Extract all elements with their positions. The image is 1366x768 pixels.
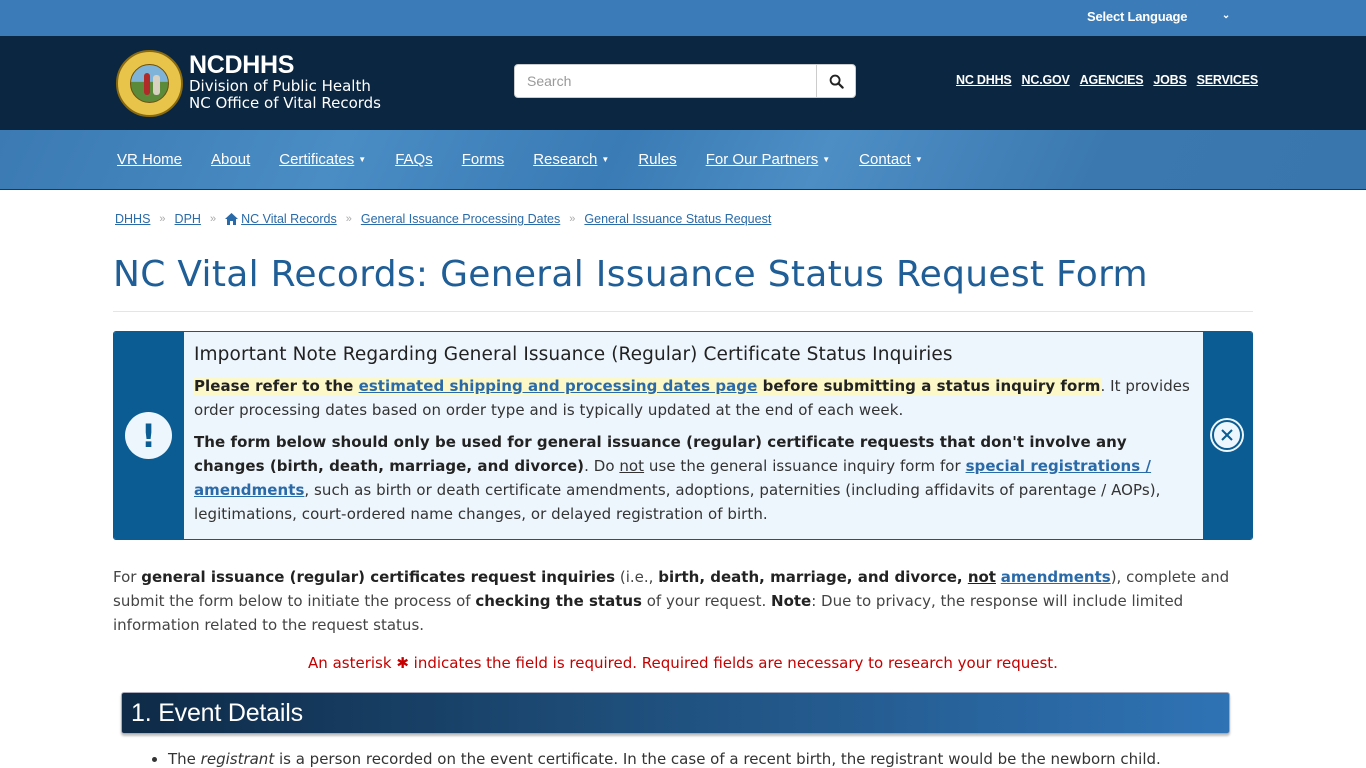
alert-right-accent bbox=[1203, 332, 1252, 539]
alert-p1-lead: Please refer to the bbox=[194, 377, 359, 395]
alert-p2-text: . Do bbox=[584, 457, 620, 475]
breadcrumb-dhhs[interactable]: DHHS bbox=[115, 212, 150, 226]
breadcrumb-separator: » bbox=[159, 213, 166, 225]
nav-item-label: FAQs bbox=[395, 151, 433, 168]
nav-item-about[interactable]: About bbox=[211, 151, 250, 168]
nav-item-contact[interactable]: Contact ▼ bbox=[859, 151, 923, 168]
bullet-text: is a person recorded on the event certif… bbox=[274, 750, 1161, 768]
intro-note-label: Note bbox=[771, 592, 812, 610]
brand[interactable]: NCDHHS Division of Public Health NC Offi… bbox=[189, 52, 381, 112]
nav-item-forms[interactable]: Forms bbox=[462, 151, 505, 168]
language-bar: Select Language ⌄ bbox=[0, 0, 1366, 36]
close-alert-button[interactable] bbox=[1212, 420, 1242, 450]
intro-paragraph: For general issuance (regular) certifica… bbox=[113, 565, 1253, 637]
breadcrumb: DHHS » DPH » NC Vital Records » General … bbox=[115, 212, 771, 226]
section-event-details-header: 1. Event Details bbox=[121, 692, 1230, 734]
nav-item-label: Rules bbox=[638, 151, 677, 168]
nav-item-research[interactable]: Research ▼ bbox=[533, 151, 609, 168]
alert-left-accent: ! bbox=[114, 332, 184, 539]
required-note-text: indicates the field is required. Require… bbox=[408, 654, 1058, 672]
breadcrumb-dph[interactable]: DPH bbox=[175, 212, 201, 226]
breadcrumb-separator: » bbox=[345, 213, 352, 225]
bullet-text: The bbox=[168, 750, 201, 768]
util-link-jobs[interactable]: JOBS bbox=[1153, 73, 1186, 87]
language-select-label: Select Language bbox=[1087, 9, 1188, 24]
alert-paragraph-2: The form below should only be used for g… bbox=[194, 430, 1199, 526]
required-fields-note: An asterisk ✱ indicates the field is req… bbox=[0, 654, 1366, 672]
brand-division: Division of Public Health bbox=[189, 77, 371, 95]
amendments-link[interactable]: amendments bbox=[1001, 568, 1111, 586]
nav-item-rules[interactable]: Rules bbox=[638, 151, 676, 168]
nav-item-label: VR Home bbox=[117, 151, 183, 168]
chevron-down-icon: ⌄ bbox=[1221, 10, 1230, 21]
caret-down-icon: ▼ bbox=[822, 155, 831, 164]
nc-state-seal-logo[interactable] bbox=[116, 50, 183, 117]
required-asterisk-icon: ✱ bbox=[396, 654, 409, 672]
brand-office: NC Office of Vital Records bbox=[189, 94, 381, 112]
language-select[interactable]: Select Language ⌄ bbox=[1087, 9, 1232, 24]
nav-item-label: For Our Partners bbox=[705, 151, 819, 168]
nav-item-for-our-partners[interactable]: For Our Partners ▼ bbox=[706, 151, 830, 168]
breadcrumb-processing-dates[interactable]: General Issuance Processing Dates bbox=[361, 212, 560, 226]
nav-item-faqs[interactable]: FAQs bbox=[395, 151, 433, 168]
util-link-nc-dhhs[interactable]: NC DHHS bbox=[956, 73, 1012, 87]
intro-emphasis: checking the status bbox=[475, 592, 642, 610]
brand-title: NCDHHS bbox=[189, 51, 295, 79]
alert-p2-text: use the general issuance inquiry form fo… bbox=[644, 457, 966, 475]
main-nav: VR Home About Certificates ▼ FAQs Forms R… bbox=[0, 130, 1366, 190]
nav-item-label: Certificates bbox=[279, 151, 355, 168]
util-link-nc-gov[interactable]: NC.GOV bbox=[1022, 73, 1070, 87]
nav-item-label: About bbox=[211, 151, 251, 168]
title-divider bbox=[113, 311, 1253, 312]
alert-title: Important Note Regarding General Issuanc… bbox=[194, 344, 953, 365]
alert-p1-emphasis: before submitting a status inquiry form bbox=[757, 377, 1101, 395]
util-link-services[interactable]: SERVICES bbox=[1197, 73, 1259, 87]
caret-down-icon: ▼ bbox=[601, 155, 610, 164]
nav-item-vr-home[interactable]: VR Home bbox=[117, 151, 182, 168]
nav-item-label: Contact bbox=[859, 151, 911, 168]
intro-text: (i.e., bbox=[615, 568, 659, 586]
utility-links: NC DHHS NC.GOV AGENCIES JOBS SERVICES bbox=[956, 73, 1258, 87]
home-icon bbox=[225, 213, 239, 225]
site-header: NCDHHS Division of Public Health NC Offi… bbox=[0, 36, 1366, 130]
close-icon bbox=[1221, 429, 1233, 441]
bullet-emphasis: registrant bbox=[200, 750, 275, 768]
alert-body: Important Note Regarding General Issuanc… bbox=[194, 344, 1199, 534]
intro-text: For bbox=[113, 568, 142, 586]
search-input[interactable] bbox=[515, 65, 816, 97]
util-link-agencies[interactable]: AGENCIES bbox=[1080, 73, 1144, 87]
page-title: NC Vital Records: General Issuance Statu… bbox=[113, 254, 1148, 295]
search-form bbox=[514, 64, 856, 98]
list-item: The registrant is a person recorded on t… bbox=[168, 750, 1161, 768]
caret-down-icon: ▼ bbox=[914, 155, 923, 164]
breadcrumb-status-request[interactable]: General Issuance Status Request bbox=[584, 212, 771, 226]
alert-paragraph-1: Please refer to the estimated shipping a… bbox=[194, 374, 1199, 422]
search-icon bbox=[829, 74, 844, 89]
caret-down-icon: ▼ bbox=[358, 155, 367, 164]
intro-text: of your request. bbox=[641, 592, 772, 610]
alert-p2-text: , such as birth or death certificate ame… bbox=[194, 481, 1161, 523]
intro-emphasis: general issuance (regular) certificates … bbox=[141, 568, 616, 586]
breadcrumb-nc-vital-records[interactable]: NC Vital Records bbox=[241, 212, 337, 226]
intro-emphasis: birth, death, marriage, and divorce bbox=[658, 568, 957, 586]
nav-item-label: Research bbox=[533, 151, 598, 168]
event-details-notes: The registrant is a person recorded on t… bbox=[150, 750, 1161, 768]
intro-text: , bbox=[956, 568, 968, 586]
exclamation-icon: ! bbox=[125, 412, 172, 459]
nav-item-label: Forms bbox=[461, 151, 505, 168]
breadcrumb-separator: » bbox=[569, 213, 576, 225]
required-note-text: An asterisk bbox=[308, 654, 397, 672]
intro-not: not bbox=[967, 568, 996, 586]
section-title: 1. Event Details bbox=[131, 699, 303, 727]
nav-item-certificates[interactable]: Certificates ▼ bbox=[279, 151, 366, 168]
shipping-dates-link[interactable]: estimated shipping and processing dates … bbox=[359, 377, 758, 395]
breadcrumb-separator: » bbox=[209, 213, 217, 225]
alert-p2-not: not bbox=[619, 457, 645, 475]
search-button[interactable] bbox=[816, 65, 855, 97]
important-note-alert: ! Important Note Regarding General Issua… bbox=[113, 331, 1253, 540]
